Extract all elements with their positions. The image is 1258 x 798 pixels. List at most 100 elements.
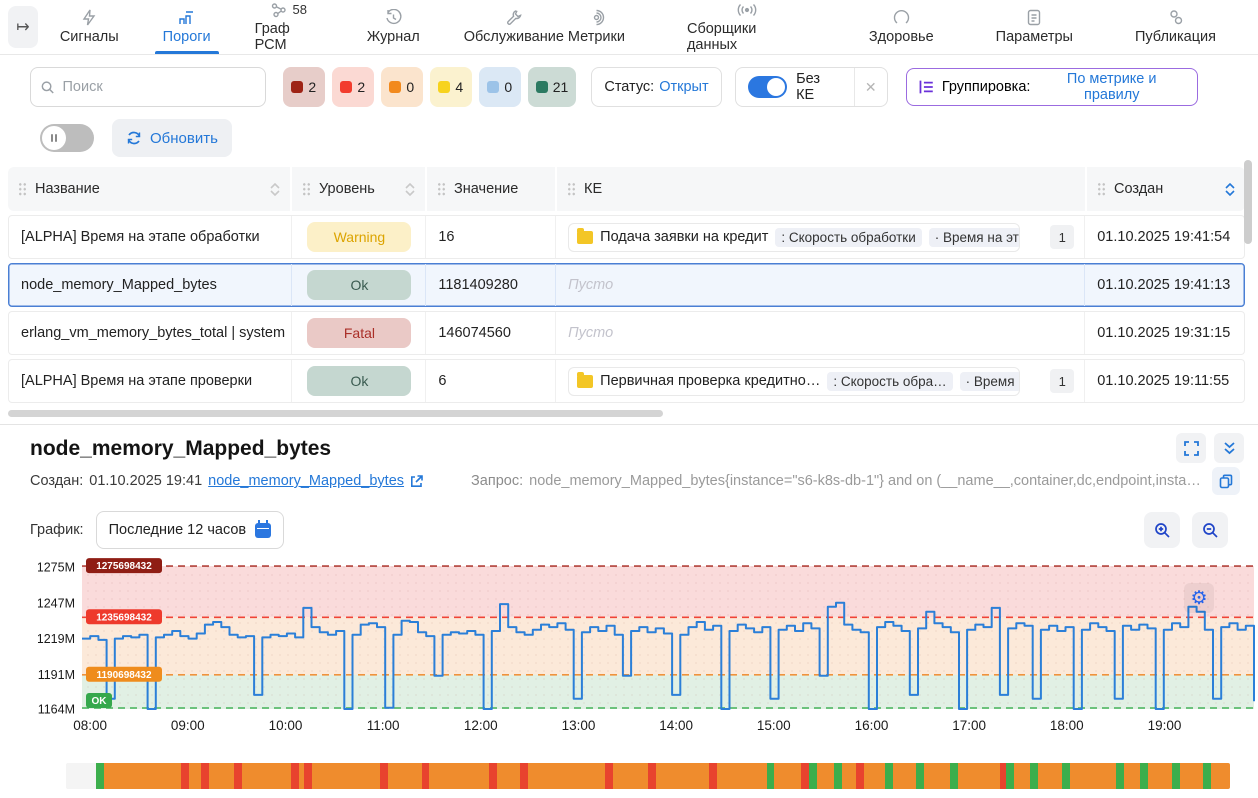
drag-handle-icon[interactable] <box>1097 182 1106 196</box>
timeline-segment-major[interactable] <box>1180 763 1203 789</box>
collapse-sidebar-button[interactable]: ↦ <box>8 6 38 48</box>
timeline-segment-ok[interactable] <box>1062 763 1070 789</box>
timeline-segment-major[interactable] <box>388 763 421 789</box>
column-header-level[interactable]: Уровень <box>290 167 425 211</box>
zoom-in-button[interactable] <box>1144 512 1180 548</box>
timeline-segment-major[interactable] <box>774 763 800 789</box>
scrollbar-thumb[interactable] <box>1244 160 1252 244</box>
timeline-segment-critical[interactable] <box>304 763 312 789</box>
auto-refresh-toggle[interactable] <box>40 124 94 152</box>
external-link-icon[interactable] <box>410 475 423 488</box>
timeline-segment-major[interactable] <box>1211 763 1230 789</box>
vertical-scrollbar[interactable] <box>1244 160 1252 392</box>
fatal-count-badge[interactable]: 2 <box>283 67 325 107</box>
info-count-badge[interactable]: 0 <box>479 67 521 107</box>
timeline-segment-major[interactable] <box>717 763 766 789</box>
expand-panel-button[interactable] <box>1176 433 1206 463</box>
timeline-segment-ok[interactable] <box>1172 763 1180 789</box>
timeline-segment-ok[interactable] <box>767 763 775 789</box>
column-header-ke[interactable]: КЕ <box>555 167 1085 211</box>
timeline-segment-critical[interactable] <box>648 763 656 789</box>
tab-thresholds[interactable]: Пороги <box>161 0 213 54</box>
ke-tag[interactable]: Первичная проверка кредитно… : Скорость … <box>568 367 1020 396</box>
table-row[interactable]: [ALPHA] Время на этапе проверки Ok 6 Пер… <box>8 359 1245 403</box>
drag-handle-icon[interactable] <box>567 182 576 196</box>
search-input[interactable] <box>62 79 254 95</box>
ok-count-badge[interactable]: 21 <box>528 67 577 107</box>
timeline-segment-major[interactable] <box>429 763 489 789</box>
timeline-segment-critical[interactable] <box>234 763 242 789</box>
timeline-segment-ok[interactable] <box>834 763 842 789</box>
timeline-segment-ok[interactable] <box>96 763 104 789</box>
timeline-segment-major[interactable] <box>1014 763 1030 789</box>
timeline-segment-critical[interactable] <box>801 763 809 789</box>
timeline-segment-major[interactable] <box>528 763 605 789</box>
no-ke-toggle[interactable] <box>748 76 787 98</box>
sort-icon[interactable] <box>270 183 280 196</box>
time-range-select[interactable]: Последние 12 часов <box>96 511 285 549</box>
timeline-segment-major[interactable] <box>1124 763 1140 789</box>
timeline-segment-ok[interactable] <box>916 763 924 789</box>
timeline-segment-critical[interactable] <box>856 763 864 789</box>
timeline-segment-ok[interactable] <box>1006 763 1014 789</box>
drag-handle-icon[interactable] <box>437 182 446 196</box>
timeline-segment-major[interactable] <box>242 763 291 789</box>
tab-maintenance[interactable]: Обслуживание <box>462 0 566 54</box>
timeline-segment-critical[interactable] <box>181 763 189 789</box>
timeline-segment-major[interactable] <box>189 763 201 789</box>
timeline-segment-ok[interactable] <box>809 763 817 789</box>
warning-count-badge[interactable]: 4 <box>430 67 472 107</box>
timeline-segment-critical[interactable] <box>201 763 209 789</box>
timeline-segment-major[interactable] <box>656 763 709 789</box>
status-timeline[interactable] <box>66 763 1230 789</box>
zoom-out-button[interactable] <box>1192 512 1228 548</box>
timeline-segment-ok[interactable] <box>950 763 958 789</box>
tab-signals[interactable]: Сигналы <box>58 0 121 54</box>
timeline-segment-major[interactable] <box>613 763 648 789</box>
table-row[interactable]: erlang_vm_memory_bytes_total | system Fa… <box>8 311 1245 355</box>
timeline-segment-critical[interactable] <box>520 763 528 789</box>
timeline-segment-major[interactable] <box>1038 763 1063 789</box>
refresh-button[interactable]: Обновить <box>112 119 232 157</box>
column-header-name[interactable]: Название <box>8 167 290 211</box>
chart-settings-button[interactable]: ⚙ <box>1184 583 1214 613</box>
tab-publication[interactable]: Публикация <box>1133 0 1218 54</box>
status-filter[interactable]: Статус: Открыт <box>591 67 721 107</box>
timeline-segment-critical[interactable] <box>489 763 497 789</box>
timeline-segment-critical[interactable] <box>380 763 388 789</box>
timeline-segment-critical[interactable] <box>709 763 718 789</box>
timeline-segment-critical[interactable] <box>605 763 613 789</box>
drag-handle-icon[interactable] <box>302 182 311 196</box>
timeline-segment-major[interactable] <box>104 763 181 789</box>
major-count-badge[interactable]: 0 <box>381 67 423 107</box>
collapse-panel-button[interactable] <box>1214 433 1244 463</box>
sort-icon-active[interactable] <box>1225 183 1235 196</box>
timeline-segment-major[interactable] <box>209 763 234 789</box>
drag-handle-icon[interactable] <box>18 182 27 196</box>
timeline-segment-ok[interactable] <box>1030 763 1038 789</box>
timeline-segment-major[interactable] <box>497 763 520 789</box>
timeline-segment-major[interactable] <box>958 763 1000 789</box>
timeline-segment-major[interactable] <box>1148 763 1173 789</box>
tab-journal[interactable]: Журнал <box>365 0 422 54</box>
column-header-value[interactable]: Значение <box>425 167 555 211</box>
timeline-segment-major[interactable] <box>312 763 380 789</box>
timeline-segment-major[interactable] <box>864 763 885 789</box>
tab-parameters[interactable]: Параметры <box>994 0 1075 54</box>
timeline-segment-major[interactable] <box>817 763 835 789</box>
timeline-segment-ok[interactable] <box>1140 763 1148 789</box>
ke-tag[interactable]: Подача заявки на кредит : Скорость обраб… <box>568 223 1020 252</box>
timeline-segment-critical[interactable] <box>422 763 430 789</box>
tab-metrics[interactable]: Метрики <box>566 0 627 54</box>
timeline-segment-ok[interactable] <box>1116 763 1124 789</box>
column-header-created[interactable]: Создан <box>1085 167 1245 211</box>
metric-link[interactable]: node_memory_Mapped_bytes <box>208 473 404 489</box>
timeline-segment-major[interactable] <box>1070 763 1116 789</box>
timeline-segment-major[interactable] <box>924 763 950 789</box>
remove-filter-icon[interactable]: ✕ <box>854 68 888 106</box>
timeline-segment-empty[interactable] <box>66 763 96 789</box>
table-row-selected[interactable]: node_memory_Mapped_bytes Ok 1181409280 П… <box>8 263 1245 307</box>
tab-collectors[interactable]: Сборщики данных <box>685 0 809 54</box>
tab-health[interactable]: Здоровье <box>867 0 936 54</box>
critical-count-badge[interactable]: 2 <box>332 67 374 107</box>
